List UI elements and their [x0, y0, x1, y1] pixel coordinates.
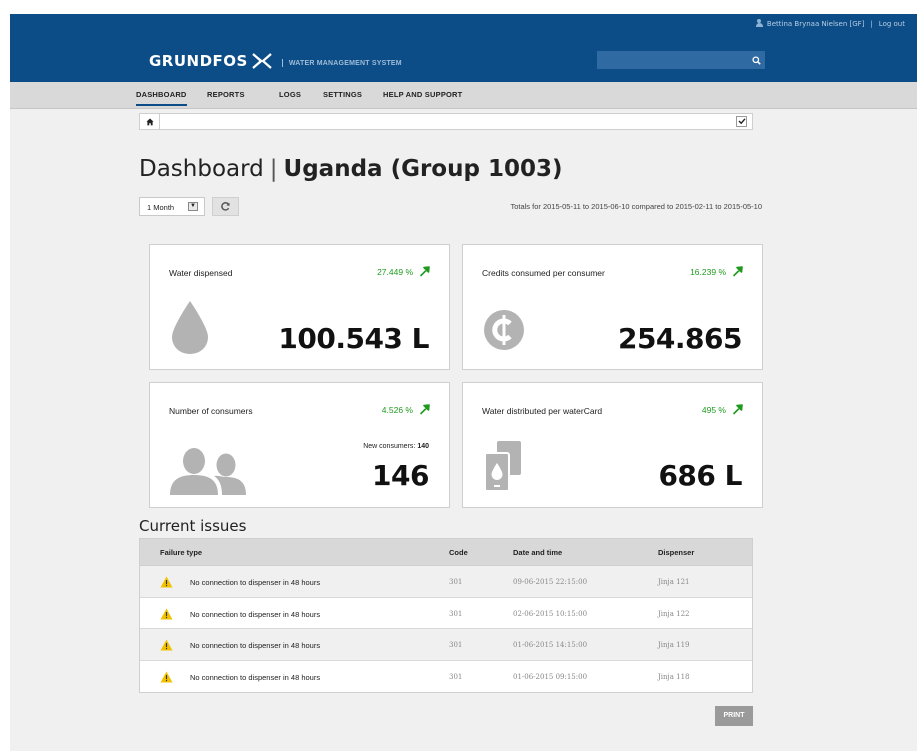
warning-icon: [160, 608, 173, 619]
card-label: Credits consumed per consumer: [482, 268, 605, 278]
dropdown-arrow-icon: ▼: [188, 202, 198, 211]
code-cell: 301: [449, 672, 463, 681]
column-header-code[interactable]: Code: [449, 548, 468, 557]
table-row[interactable]: No connection to dispenser in 48 hours 3…: [140, 629, 752, 661]
page-title-main: Dashboard: [139, 156, 264, 182]
period-value: 1 Month: [147, 203, 175, 212]
trend-up-icon: [420, 404, 430, 415]
card-label: Water dispensed: [169, 268, 233, 278]
column-header-dispenser[interactable]: Dispenser: [658, 548, 694, 557]
code-cell: 301: [449, 641, 463, 649]
code-cell: 301: [449, 578, 463, 586]
logo[interactable]: GRUNDFOS WATER MANAGEMENT SYSTEM: [149, 52, 402, 70]
search-button[interactable]: [747, 51, 765, 69]
refresh-button[interactable]: [212, 197, 239, 216]
card-delta: 4.526 %: [382, 404, 430, 415]
brand-name: GRUNDFOS: [149, 52, 248, 70]
issues-table: Failure type Code Date and time Dispense…: [139, 538, 753, 693]
warning-icon: [160, 576, 173, 588]
card-delta: 16.239 %: [690, 266, 743, 277]
page-title: Dashboard | Uganda (Group 1003): [139, 156, 562, 182]
user-area: Bettina Brynaa Nielsen [GF] | Log out: [755, 19, 905, 28]
refresh-icon: [221, 202, 230, 211]
failure-type-cell: No connection to dispenser in 48 hours: [190, 672, 321, 682]
card-delta: 27.449 %: [377, 266, 430, 277]
table-row[interactable]: No connection to dispenser in 48 hours 3…: [140, 566, 752, 598]
main-nav: DASHBOARD REPORTS LOGS SETTINGS HELP AND…: [10, 82, 917, 109]
breadcrumb-home[interactable]: [140, 114, 160, 129]
failure-type-cell: No connection to dispenser in 48 hours: [190, 609, 321, 619]
trend-up-icon: [420, 266, 430, 277]
grundfos-logo-icon: [252, 53, 272, 69]
breadcrumb: [139, 113, 753, 130]
card-value: 100.543 L: [278, 322, 429, 355]
card-value: 146: [372, 459, 429, 492]
table-row[interactable]: No connection to dispenser in 48 hours 3…: [140, 597, 752, 629]
user-icon: [755, 19, 764, 28]
table-row[interactable]: No connection to dispenser in 48 hours 3…: [140, 660, 752, 692]
trend-up-icon: [733, 404, 743, 415]
delta-value: 16.239 %: [690, 266, 726, 277]
code-cell: 301: [449, 609, 463, 618]
search-icon: [751, 55, 761, 65]
dispenser-cell: Jinja 121: [658, 578, 690, 586]
totals-range-text: Totals for 2015-05-11 to 2015-06-10 comp…: [510, 202, 762, 211]
datetime-cell: 09-06-2015 22:15:00: [513, 578, 588, 586]
watercard-icon: [484, 441, 521, 492]
datetime-cell: 01-06-2015 14:15:00: [513, 641, 588, 649]
home-icon: [145, 118, 154, 125]
user-name-link[interactable]: Bettina Brynaa Nielsen [GF]: [767, 20, 865, 28]
nav-item-help[interactable]: HELP AND SUPPORT: [383, 90, 462, 99]
card-delta: 495 %: [702, 404, 743, 415]
system-subtitle: WATER MANAGEMENT SYSTEM: [288, 59, 402, 67]
logo-divider: [281, 59, 283, 67]
header: Bettina Brynaa Nielsen [GF] | Log out GR…: [10, 14, 917, 82]
water-drop-icon: [172, 301, 208, 354]
datetime-cell: 01-06-2015 09:15:00: [513, 672, 588, 681]
nav-item-dashboard[interactable]: DASHBOARD: [136, 90, 187, 106]
card-value: 254.865: [617, 322, 743, 355]
card-number-of-consumers: Number of consumers 4.526 % New consumer…: [149, 382, 450, 508]
search-input[interactable]: [597, 51, 765, 69]
trend-up-icon: [733, 266, 743, 277]
nav-item-settings[interactable]: SETTINGS: [323, 90, 362, 99]
consumers-icon: [170, 448, 246, 495]
checkmark-icon: [738, 118, 746, 125]
period-select[interactable]: 1 Month ▼: [139, 197, 205, 216]
failure-type-cell: No connection to dispenser in 48 hours: [190, 641, 321, 650]
failure-type-cell: No connection to dispenser in 48 hours: [190, 578, 321, 587]
card-water-per-watercard: Water distributed per waterCard 495 % 68…: [462, 382, 763, 508]
delta-value: 495 %: [701, 404, 726, 415]
user-separator: |: [870, 19, 873, 28]
print-button[interactable]: PRINT: [715, 706, 753, 726]
new-consumers-value: 140: [417, 443, 429, 450]
nav-item-reports[interactable]: REPORTS: [207, 90, 245, 99]
warning-icon: [160, 671, 173, 682]
dispenser-cell: Jinja 118: [658, 672, 690, 681]
table-header: Failure type Code Date and time Dispense…: [140, 539, 752, 566]
card-value: 686 L: [658, 459, 742, 492]
current-issues-title: Current issues: [139, 517, 247, 535]
group-name: Uganda (Group 1003): [283, 156, 563, 182]
new-consumers: New consumers: 140: [363, 443, 429, 450]
delta-value: 4.526 %: [381, 404, 413, 415]
card-label: Number of consumers: [169, 406, 253, 416]
breadcrumb-checkbox[interactable]: [736, 116, 747, 127]
card-water-dispensed: Water dispensed 27.449 % 100.543 L: [149, 244, 450, 370]
column-header-date-time[interactable]: Date and time: [513, 548, 562, 557]
card-label: Water distributed per waterCard: [482, 406, 603, 416]
column-header-failure-type[interactable]: Failure type: [160, 548, 202, 557]
dispenser-cell: Jinja 122: [658, 609, 690, 618]
delta-value: 27.449 %: [377, 266, 413, 277]
new-consumers-label: New consumers:: [363, 443, 416, 450]
title-separator: |: [269, 156, 278, 182]
warning-icon: [160, 639, 173, 651]
nav-item-logs[interactable]: LOGS: [279, 90, 301, 99]
credit-coin-icon: [484, 310, 524, 350]
logout-link[interactable]: Log out: [879, 20, 905, 28]
datetime-cell: 02-06-2015 10:15:00: [513, 609, 588, 618]
card-credits-consumed: Credits consumed per consumer 16.239 % 2…: [462, 244, 763, 370]
dispenser-cell: Jinja 119: [658, 641, 690, 649]
